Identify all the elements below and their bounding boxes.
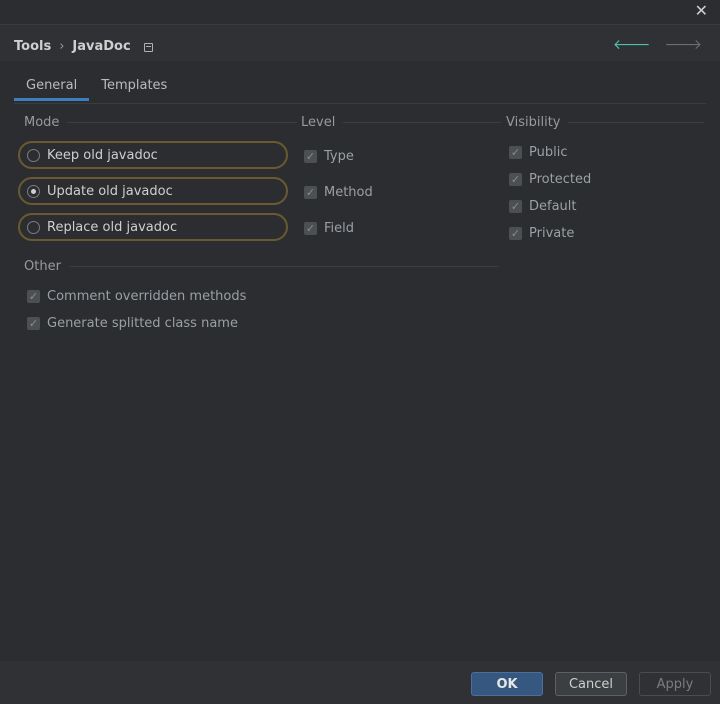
project-settings-icon (143, 43, 153, 52)
checkbox-visibility-protected[interactable]: ✓ Protected (509, 172, 591, 187)
checkbox-generate-splitted-class-name[interactable]: ✓ Generate splitted class name (27, 316, 238, 331)
tab-bar: General Templates (14, 74, 179, 101)
checkbox-level-method[interactable]: ✓ Method (304, 185, 373, 200)
checkmark-icon[interactable]: ✓ (509, 227, 522, 240)
checkmark-icon[interactable]: ✓ (27, 317, 40, 330)
forward-arrow-icon[interactable]: 🡒 (664, 38, 702, 52)
checkbox-comment-overridden-methods[interactable]: ✓ Comment overridden methods (27, 289, 246, 304)
mode-title-label: Mode (24, 115, 60, 130)
checkbox-visibility-private[interactable]: ✓ Private (509, 226, 574, 241)
other-divider (68, 266, 499, 267)
checkbox-label: Type (324, 149, 354, 164)
checkmark-icon[interactable]: ✓ (509, 146, 522, 159)
checkbox-label: Field (324, 221, 355, 236)
checkmark-icon[interactable]: ✓ (304, 186, 317, 199)
other-section-title: Other (24, 259, 499, 274)
checkbox-label: Protected (529, 172, 592, 187)
checkbox-label: Private (529, 226, 575, 241)
checkbox-label: Generate splitted class name (47, 316, 238, 331)
settings-content: General Templates Mode Keep old javadoc … (0, 61, 720, 661)
dialog-footer: OK Cancel Apply (0, 661, 720, 704)
checkbox-level-type[interactable]: ✓ Type (304, 149, 354, 164)
checkbox-label: Comment overridden methods (47, 289, 247, 304)
checkbox-visibility-default[interactable]: ✓ Default (509, 199, 577, 214)
radio-button-icon[interactable] (27, 148, 40, 162)
breadcrumb-current: JavaDoc (72, 39, 131, 54)
checkmark-icon[interactable]: ✓ (304, 150, 317, 163)
close-icon[interactable]: ✕ (695, 2, 708, 20)
tab-general[interactable]: General (14, 74, 90, 101)
ok-button[interactable]: OK (471, 672, 543, 696)
apply-button[interactable]: Apply (639, 672, 711, 696)
back-arrow-icon[interactable]: 🡐 (613, 38, 651, 52)
radio-update-old-javadoc[interactable]: Update old javadoc (18, 177, 288, 205)
checkbox-label: Method (324, 185, 373, 200)
checkmark-icon[interactable]: ✓ (509, 200, 522, 213)
radio-keep-old-javadoc[interactable]: Keep old javadoc (18, 141, 288, 169)
radio-label: Keep old javadoc (47, 147, 158, 163)
radio-button-icon[interactable] (27, 220, 40, 234)
mode-divider (67, 122, 298, 123)
breadcrumb-parent[interactable]: Tools (14, 39, 51, 54)
settings-header: Tools › JavaDoc 🡐 🡒 (0, 25, 720, 61)
breadcrumb: Tools › JavaDoc (14, 39, 153, 54)
visibility-title-label: Visibility (506, 115, 561, 130)
checkbox-label: Public (529, 145, 568, 160)
other-title-label: Other (24, 259, 61, 274)
checkmark-icon[interactable]: ✓ (509, 173, 522, 186)
level-section-title: Level (301, 115, 502, 130)
cancel-button[interactable]: Cancel (555, 672, 627, 696)
visibility-section-title: Visibility (506, 115, 705, 130)
radio-label: Update old javadoc (47, 183, 173, 199)
checkbox-level-field[interactable]: ✓ Field (304, 221, 354, 236)
radio-replace-old-javadoc[interactable]: Replace old javadoc (18, 213, 288, 241)
checkbox-visibility-public[interactable]: ✓ Public (509, 145, 567, 160)
title-bar: ✕ (0, 0, 720, 25)
radio-button-icon[interactable] (27, 184, 40, 198)
level-title-label: Level (301, 115, 336, 130)
checkmark-icon[interactable]: ✓ (27, 290, 40, 303)
checkbox-label: Default (529, 199, 577, 214)
checkmark-icon[interactable]: ✓ (304, 222, 317, 235)
level-divider (343, 122, 502, 123)
tab-templates[interactable]: Templates (89, 74, 179, 101)
tab-divider (14, 103, 706, 104)
radio-label: Replace old javadoc (47, 219, 178, 235)
breadcrumb-separator: › (59, 39, 65, 54)
mode-section-title: Mode (24, 115, 298, 130)
navigation-arrows: 🡐 🡒 (613, 38, 702, 52)
visibility-divider (568, 122, 705, 123)
